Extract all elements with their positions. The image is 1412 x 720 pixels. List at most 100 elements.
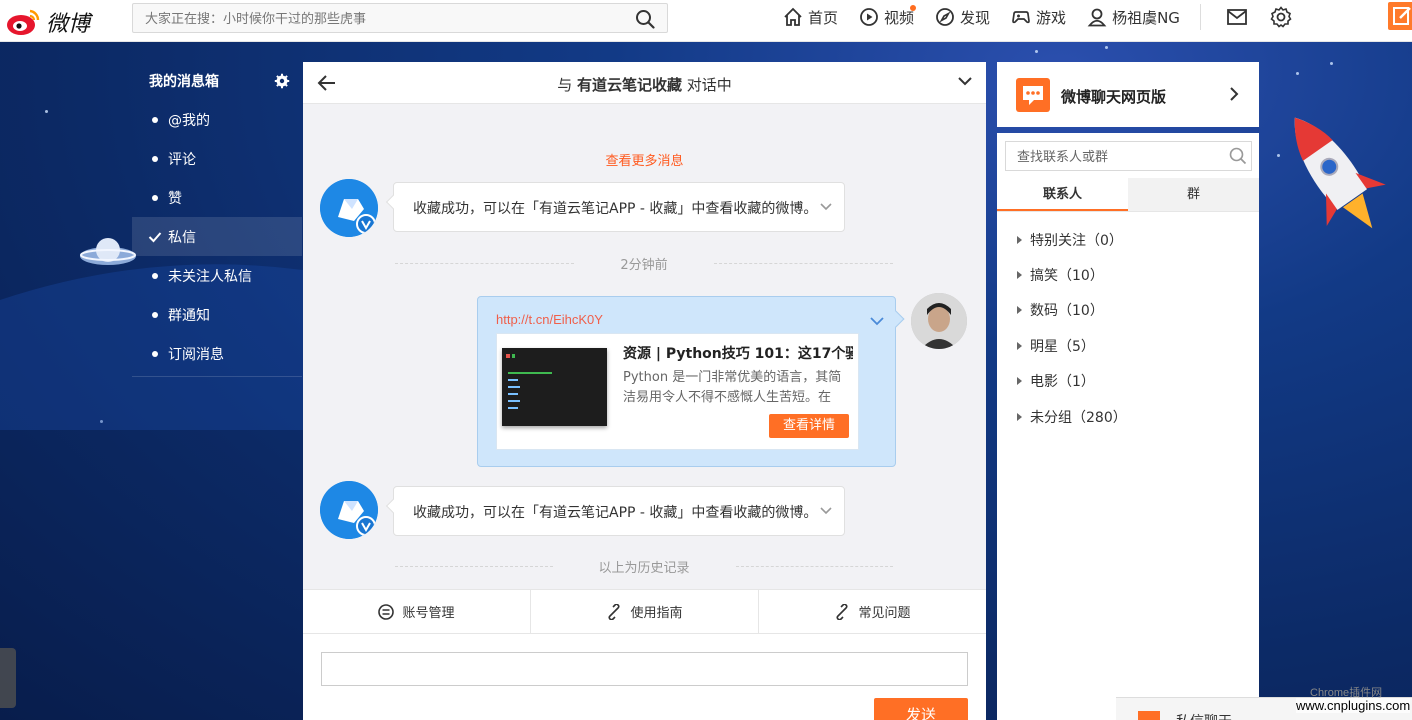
chevron-down-icon[interactable] <box>870 317 884 326</box>
sidebar-item-label: 订阅消息 <box>168 346 224 363</box>
avatar[interactable] <box>911 293 967 349</box>
nav-video[interactable]: 视频 <box>858 5 917 28</box>
group-label: 特别关注（0） <box>1030 232 1123 249</box>
chat-title: 与 有道云笔记收藏 对话中 <box>303 74 986 95</box>
watermark-url: www.cnplugins.com <box>1296 698 1411 713</box>
chat-panel: 与 有道云笔记收藏 对话中 查看更多消息 收藏成功，可以在「有道云笔记APP -… <box>303 62 986 720</box>
code-thumbnail-image <box>502 348 607 426</box>
tab-groups[interactable]: 群 <box>1128 178 1259 211</box>
chat-title-prefix: 与 <box>557 76 573 94</box>
caret-right-icon <box>1017 306 1022 315</box>
bullet-icon <box>152 194 158 201</box>
nav-profile[interactable]: 杨祖虞NG <box>1086 6 1180 28</box>
chat-bubble-glyph <box>1023 86 1043 105</box>
contact-group-item[interactable]: 未分组（280） <box>1017 399 1127 434</box>
send-button[interactable]: 发送 <box>874 698 968 720</box>
group-label: 未分组（280） <box>1030 409 1127 426</box>
contact-group-item[interactable]: 特别关注（0） <box>1017 222 1127 257</box>
sidebar-item-subscriptions[interactable]: 订阅消息 <box>132 334 302 373</box>
video-icon <box>860 8 878 26</box>
card-title: 资源 | Python技巧 101：这17个骚... <box>623 346 853 362</box>
message-input[interactable] <box>321 652 968 686</box>
sidebar-item-label: @我的 <box>168 112 210 129</box>
history-divider: 以上为历史记录 <box>395 557 894 576</box>
contact-search-input[interactable] <box>1006 142 1226 170</box>
envelope-icon <box>1138 711 1160 720</box>
bullet-icon <box>152 116 158 123</box>
tab-contacts[interactable]: 联系人 <box>997 178 1128 211</box>
caret-right-icon <box>1017 271 1022 280</box>
link-preview-card[interactable]: 资源 | Python技巧 101：这17个骚... Python 是一门非常优… <box>496 333 859 450</box>
contacts-panel: 联系人 群 特别关注（0） 搞笑（10） 数码（10） 明星（5） 电影（1） … <box>997 133 1259 720</box>
sidebar-item-comments[interactable]: 评论 <box>132 139 302 178</box>
sidebar-item-unfollowed-messages[interactable]: 未关注人私信 <box>132 256 302 295</box>
sent-message-bubble: http://t.cn/EihcK0Y 资源 | Python技巧 101：这1… <box>477 296 905 467</box>
bullet-icon <box>152 311 158 318</box>
contact-group-item[interactable]: 搞笑（10） <box>1017 257 1127 292</box>
sidebar-item-likes[interactable]: 赞 <box>132 178 302 217</box>
bubble-pointer <box>385 194 401 210</box>
contact-group-item[interactable]: 电影（1） <box>1017 364 1127 399</box>
star-decoration <box>1035 50 1038 53</box>
nav-games[interactable]: 游戏 <box>1010 6 1066 28</box>
search-input[interactable] <box>133 4 623 32</box>
message-text: 收藏成功，可以在「有道云笔记APP - 收藏」中查看收藏的微博。 <box>413 505 818 521</box>
code-screenshot <box>506 354 552 409</box>
user-guide-button[interactable]: 使用指南 <box>530 590 758 633</box>
sidebar-item-private-messages[interactable]: 私信 <box>132 217 302 256</box>
bot-avatar[interactable] <box>320 179 378 237</box>
caret-right-icon <box>1017 412 1022 421</box>
settings-gear-icon[interactable] <box>1269 5 1293 29</box>
youdao-note-logo-icon <box>320 179 378 237</box>
compass-icon <box>936 8 954 26</box>
link-icon <box>836 603 849 620</box>
faq-button[interactable]: 常见问题 <box>758 590 986 633</box>
chevron-down-icon[interactable] <box>958 76 972 86</box>
nav-label: 游戏 <box>1036 8 1067 27</box>
account-management-button[interactable]: 账号管理 <box>303 590 530 633</box>
sidebar-item-label: 赞 <box>168 190 182 207</box>
search-icon[interactable] <box>1229 147 1247 165</box>
chevron-down-icon[interactable] <box>820 507 832 515</box>
search-icon[interactable] <box>635 9 655 29</box>
sidebar-divider <box>132 376 302 377</box>
divider-line <box>735 566 894 567</box>
caret-right-icon <box>1017 377 1022 386</box>
nav-label: 发现 <box>960 8 991 27</box>
global-search <box>132 3 668 33</box>
chat-toolbar: 账号管理 使用指南 常见问题 <box>303 589 986 634</box>
sidebar-item-mentions[interactable]: @我的 <box>132 100 302 139</box>
contact-search <box>1005 141 1252 171</box>
time-label: 2分钟前 <box>620 258 668 273</box>
load-more-messages-link[interactable]: 查看更多消息 <box>303 150 986 169</box>
card-description: Python 是一门非常优美的语言，其简洁易用令人不得不感慨人生苦短。在 <box>623 370 842 405</box>
nav-discover[interactable]: 发现 <box>934 6 990 28</box>
caret-right-icon <box>1017 235 1022 244</box>
chevron-down-icon[interactable] <box>820 203 832 211</box>
bullet-icon <box>152 155 158 162</box>
compose-post-button[interactable] <box>1388 2 1412 30</box>
bullet-icon <box>152 350 158 357</box>
group-label: 明星（5） <box>1030 338 1095 355</box>
star-decoration <box>1105 46 1108 49</box>
home-icon <box>784 7 802 26</box>
view-details-button[interactable]: 查看详情 <box>769 414 849 438</box>
nav-home[interactable]: 首页 <box>782 6 838 28</box>
logo-text: 微博 <box>46 12 91 37</box>
bot-avatar[interactable] <box>320 481 378 539</box>
sidebar-item-group-notices[interactable]: 群通知 <box>132 295 302 334</box>
edge-widget[interactable] <box>0 648 16 708</box>
weibo-logo[interactable]: 微博 <box>6 6 90 38</box>
weibo-logo-icon <box>7 9 40 35</box>
shared-link-url[interactable]: http://t.cn/EihcK0Y <box>496 312 603 327</box>
gear-icon[interactable] <box>274 73 290 89</box>
group-label: 搞笑（10） <box>1030 268 1104 285</box>
chevron-right-icon[interactable] <box>1229 87 1239 101</box>
contact-group-list: 特别关注（0） 搞笑（10） 数码（10） 明星（5） 电影（1） 未分组（28… <box>1017 222 1127 434</box>
sidebar-item-label: 未关注人私信 <box>168 268 252 285</box>
contact-group-item[interactable]: 明星（5） <box>1017 328 1127 363</box>
contact-group-item[interactable]: 数码（10） <box>1017 293 1127 328</box>
chat-title-suffix: 对话中 <box>686 76 732 94</box>
mail-icon[interactable] <box>1225 5 1249 29</box>
web-chat-header[interactable]: 微博聊天网页版 <box>997 62 1259 127</box>
